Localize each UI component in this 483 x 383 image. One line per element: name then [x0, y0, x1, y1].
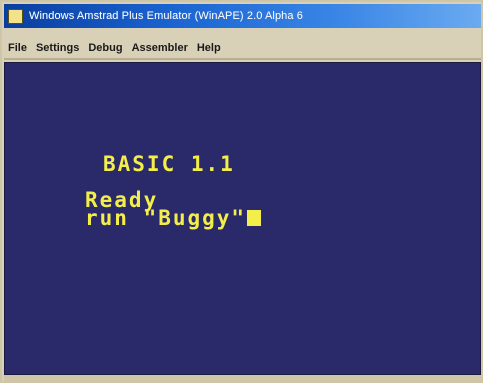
menu-settings[interactable]: Settings — [36, 42, 79, 54]
title-bar[interactable]: Windows Amstrad Plus Emulator (WinAPE) 2… — [4, 4, 481, 28]
menu-assembler[interactable]: Assembler — [132, 42, 188, 54]
command-text: run "Buggy" — [85, 206, 247, 230]
menu-file[interactable]: File — [8, 42, 27, 54]
menu-divider — [4, 58, 481, 60]
app-icon[interactable] — [8, 8, 23, 24]
emulator-screen[interactable]: BASIC 1.1 Ready run "Buggy" — [4, 62, 481, 375]
menu-help[interactable]: Help — [197, 42, 221, 54]
window-title: Windows Amstrad Plus Emulator (WinAPE) 2… — [29, 10, 303, 22]
menu-bar: File Settings Debug Assembler Help — [4, 38, 481, 58]
text-cursor — [247, 210, 262, 226]
basic-version-text: BASIC 1.1 — [103, 152, 235, 176]
command-line[interactable]: run "Buggy" — [85, 206, 262, 230]
bottom-border — [4, 375, 481, 381]
menu-debug[interactable]: Debug — [88, 42, 122, 54]
emulator-window: Windows Amstrad Plus Emulator (WinAPE) 2… — [0, 0, 483, 383]
